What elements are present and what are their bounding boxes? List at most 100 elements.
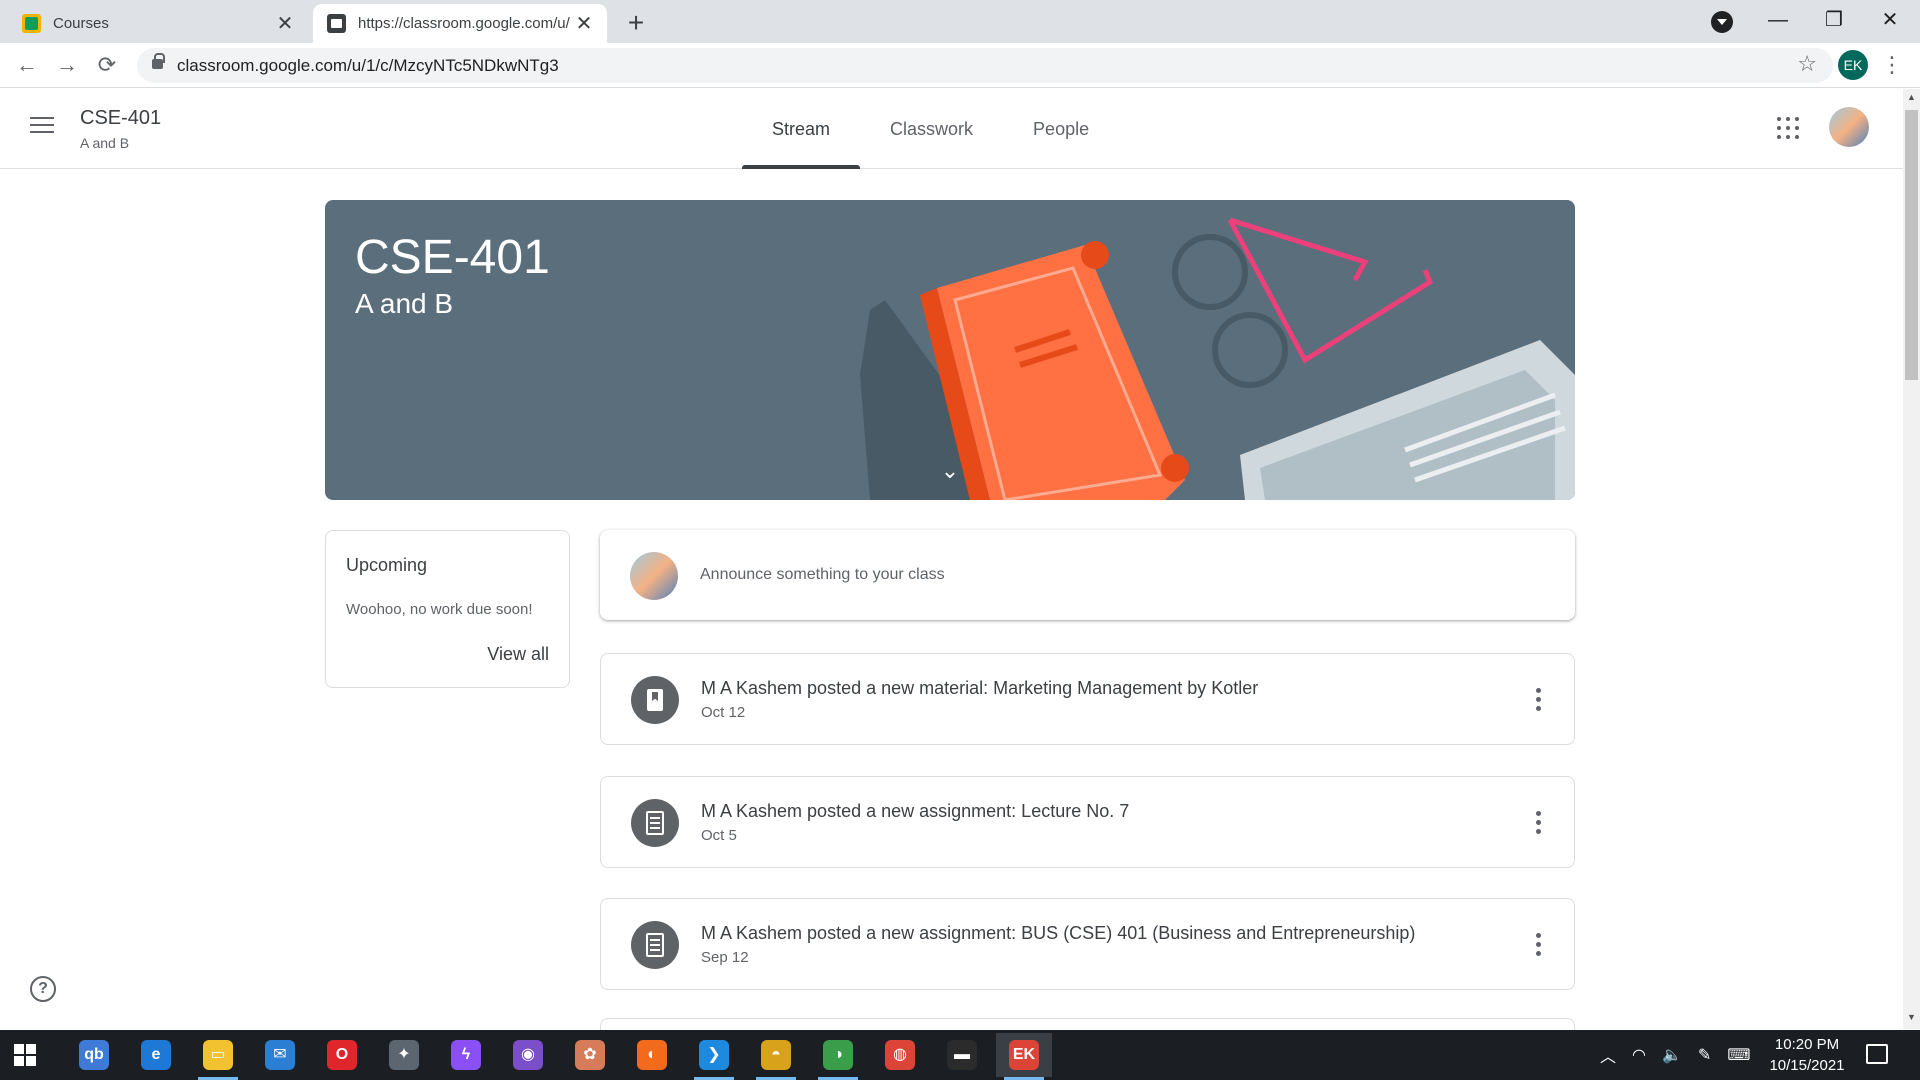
- course-section: A and B: [80, 135, 130, 151]
- stream-post[interactable]: M A Kashem posted a new assignment: BUS …: [600, 898, 1575, 990]
- vscode-icon: ❯: [699, 1040, 729, 1070]
- taskbar-app-satellite-app[interactable]: ✦: [376, 1033, 432, 1077]
- taskbar-app-github-desktop[interactable]: ◉: [500, 1033, 556, 1077]
- browser-tab-classroom[interactable]: https://classroom.google.com/u/ ✕: [313, 4, 607, 43]
- close-window-button[interactable]: ✕: [1862, 0, 1918, 40]
- classroom-favicon-icon: [22, 14, 41, 33]
- close-tab-icon[interactable]: ✕: [274, 13, 296, 35]
- post-date: Oct 12: [701, 704, 746, 721]
- close-tab-icon[interactable]: ✕: [573, 13, 595, 35]
- windows-taskbar: qb e ▭ ✉ O ✦ ϟ ◉ ✿ ◐ ❯ ◓ ◑ ◍ ▬ EK ︿ ◠ 🔈 ✎ ⌨ 10:20 PM 10…: [0, 1030, 1920, 1080]
- taskbar-app-chrome-canary[interactable]: ◓: [748, 1033, 804, 1080]
- messenger-icon: ϟ: [451, 1040, 481, 1070]
- more-options-icon[interactable]: [1536, 688, 1542, 712]
- maximize-button[interactable]: ❐: [1806, 0, 1862, 40]
- show-hidden-icons-icon[interactable]: ︿: [1600, 1043, 1616, 1067]
- taskbar-app-chrome[interactable]: ◍: [872, 1033, 928, 1077]
- browser-profile-avatar[interactable]: EK: [1838, 50, 1868, 80]
- classroom-header: CSE-401 A and B Stream Classwork People: [0, 89, 1903, 169]
- opera-icon: O: [327, 1040, 357, 1070]
- upcoming-card: Upcoming Woohoo, no work due soon! View …: [325, 530, 570, 688]
- taskbar-app-chrome-profile[interactable]: ◑: [810, 1033, 866, 1080]
- taskbar-app-file-explorer[interactable]: ▭: [190, 1033, 246, 1080]
- browser-menu-icon[interactable]: ⋮: [1880, 49, 1904, 81]
- view-all-link[interactable]: View all: [487, 644, 549, 665]
- post-date: Sep 12: [701, 949, 749, 966]
- google-apps-icon[interactable]: [1777, 117, 1799, 139]
- chrome-icon: ◍: [885, 1040, 915, 1070]
- paint-app-icon: ✿: [575, 1040, 605, 1070]
- banner-course-section: A and B: [355, 288, 454, 319]
- windows-start-icon[interactable]: [14, 1044, 36, 1066]
- satellite-app-icon: ✦: [389, 1040, 419, 1070]
- announce-placeholder[interactable]: Announce something to your class: [700, 566, 945, 584]
- browser-toolbar: ← → ⟳ classroom.google.com/u/1/c/MzcyNTc…: [0, 43, 1920, 88]
- taskbar-app-firefox[interactable]: ◐: [624, 1033, 680, 1077]
- clock-time: 10:20 PM: [1774, 1036, 1840, 1053]
- assignment-icon: [631, 799, 679, 847]
- notifications-icon[interactable]: [1866, 1044, 1888, 1064]
- new-tab-button[interactable]: +: [620, 8, 652, 40]
- github-desktop-icon: ◉: [513, 1040, 543, 1070]
- book-icon: [631, 676, 679, 724]
- lock-icon[interactable]: [152, 53, 165, 69]
- course-banner: CSE-401 A and B ⌄: [325, 200, 1575, 500]
- taskbar-app-messenger[interactable]: ϟ: [438, 1033, 494, 1077]
- volume-icon[interactable]: 🔈: [1662, 1045, 1682, 1065]
- tab-people[interactable]: People: [1003, 89, 1119, 169]
- edge-icon: e: [141, 1040, 171, 1070]
- tab-title: https://classroom.google.com/u/: [358, 15, 570, 32]
- tab-search-icon[interactable]: [1711, 11, 1733, 33]
- taskbar-app-opera[interactable]: O: [314, 1033, 370, 1077]
- chrome-canary-icon: ◓: [761, 1040, 791, 1070]
- post-date: Oct 5: [701, 827, 737, 844]
- keyboard-icon[interactable]: ⌨: [1727, 1045, 1750, 1065]
- post-title[interactable]: M A Kashem posted a new material: Market…: [701, 678, 1258, 699]
- taskbar-app-chrome-ek[interactable]: EK: [996, 1033, 1052, 1080]
- bookmark-star-icon[interactable]: ☆: [1797, 51, 1817, 77]
- tab-classwork[interactable]: Classwork: [860, 89, 1003, 169]
- banner-course-title[interactable]: CSE-401: [355, 230, 550, 285]
- stream-post[interactable]: M A Kashem posted a new assignment: Lect…: [600, 776, 1575, 868]
- scroll-up-arrow-icon[interactable]: ▲: [1905, 92, 1918, 106]
- help-icon[interactable]: ?: [30, 976, 56, 1002]
- taskbar-app-terminal[interactable]: ▬: [934, 1033, 990, 1077]
- chevron-down-icon[interactable]: ⌄: [937, 458, 963, 484]
- file-explorer-icon: ▭: [203, 1040, 233, 1070]
- taskbar-app-edge[interactable]: e: [128, 1033, 184, 1077]
- firefox-icon: ◐: [637, 1040, 667, 1070]
- course-name[interactable]: CSE-401: [80, 107, 161, 130]
- reload-button[interactable]: ⟳: [91, 49, 123, 81]
- url-text[interactable]: classroom.google.com/u/1/c/MzcyNTc5NDkwN…: [177, 56, 559, 76]
- announce-box[interactable]: Announce something to your class: [600, 530, 1575, 620]
- scrollbar-thumb[interactable]: [1905, 110, 1918, 380]
- browser-tab-courses[interactable]: Courses ✕: [8, 4, 308, 43]
- back-button[interactable]: ←: [11, 49, 43, 81]
- upcoming-title: Upcoming: [346, 555, 428, 575]
- address-bar[interactable]: classroom.google.com/u/1/c/MzcyNTc5NDkwN…: [137, 48, 1833, 83]
- post-title[interactable]: M A Kashem posted a new assignment: BUS …: [701, 923, 1415, 944]
- scroll-down-arrow-icon[interactable]: ▼: [1905, 1012, 1918, 1026]
- assignment-icon: [631, 921, 679, 969]
- taskbar-clock[interactable]: 10:20 PM 10/15/2021: [1762, 1034, 1852, 1076]
- main-menu-icon[interactable]: [30, 117, 54, 135]
- forward-button[interactable]: →: [51, 49, 83, 81]
- terminal-icon: ▬: [947, 1040, 977, 1070]
- more-options-icon[interactable]: [1536, 811, 1542, 835]
- taskbar-app-mail[interactable]: ✉: [252, 1033, 308, 1077]
- tab-title: Courses: [53, 15, 109, 32]
- network-icon[interactable]: ◠: [1632, 1045, 1646, 1065]
- minimize-button[interactable]: —: [1750, 0, 1806, 40]
- qbittorrent-icon: qb: [79, 1040, 109, 1070]
- tab-stream[interactable]: Stream: [742, 89, 861, 169]
- account-avatar[interactable]: [1829, 107, 1869, 147]
- stream-post[interactable]: M A Kashem posted a new material: Market…: [600, 653, 1575, 745]
- upcoming-message: Woohoo, no work due soon!: [346, 601, 533, 618]
- chrome-ek-icon: EK: [1009, 1040, 1039, 1070]
- taskbar-app-vscode[interactable]: ❯: [686, 1033, 742, 1080]
- post-title[interactable]: M A Kashem posted a new assignment: Lect…: [701, 801, 1129, 822]
- taskbar-app-qbittorrent[interactable]: qb: [66, 1033, 122, 1077]
- more-options-icon[interactable]: [1536, 933, 1542, 957]
- pen-icon[interactable]: ✎: [1698, 1045, 1711, 1065]
- taskbar-app-paint-app[interactable]: ✿: [562, 1033, 618, 1077]
